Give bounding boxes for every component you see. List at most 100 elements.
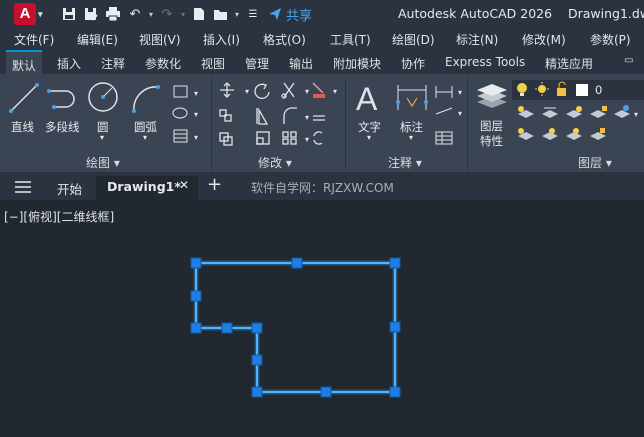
- move-icon: [220, 83, 234, 97]
- print-icon[interactable]: [102, 3, 124, 25]
- close-tab-icon[interactable]: ✕: [179, 178, 189, 192]
- tab-addins[interactable]: 附加模块: [333, 55, 381, 72]
- title-bar: A ▾ ↶ ▾ ↷ ▾ ▾ ☰ 共享 Autodesk AutoCAD 2026 …: [0, 0, 644, 28]
- new-tab-icon[interactable]: +: [207, 174, 222, 195]
- redo-dropdown-icon[interactable]: ▾: [178, 3, 188, 25]
- menu-tools[interactable]: 工具(T): [330, 31, 371, 48]
- polyline-icon[interactable]: [46, 82, 80, 114]
- tab-insert[interactable]: 插入: [57, 55, 81, 72]
- layers-panel-title[interactable]: 图层 ▾: [578, 154, 612, 171]
- svg-text:▾: ▾: [305, 135, 309, 144]
- svg-text:▾: ▾: [458, 88, 462, 97]
- open-folder-icon[interactable]: [210, 3, 232, 25]
- svg-text:▾: ▾: [305, 87, 309, 96]
- customize-qat-icon[interactable]: ☰: [242, 3, 264, 25]
- tab-collaborate[interactable]: 协作: [401, 55, 425, 72]
- svg-text:▾: ▾: [458, 109, 462, 118]
- undo-icon[interactable]: ↶: [124, 3, 146, 25]
- menu-insert[interactable]: 插入(I): [203, 31, 240, 48]
- undo-dropdown-icon[interactable]: ▾: [146, 3, 156, 25]
- ribbon-options-icon[interactable]: ▭: [624, 55, 633, 66]
- offset-icon: [313, 115, 325, 121]
- draw-panel-title[interactable]: 绘图 ▾: [86, 154, 120, 171]
- grip-midpoint[interactable]: [221, 322, 233, 334]
- window-title: Autodesk AutoCAD 2026 Drawing1.dwg: [398, 6, 644, 21]
- drawing-tab-label[interactable]: Drawing1*: [107, 179, 181, 194]
- layer-properties-label[interactable]: 图层 特性: [480, 119, 503, 149]
- ellipse-icon: [172, 107, 188, 119]
- text-icon[interactable]: A: [356, 80, 384, 116]
- draw-small-tools[interactable]: ▾ ▾ ▾: [172, 84, 210, 148]
- svg-text:▾: ▾: [194, 110, 198, 119]
- menu-view[interactable]: 视图(V): [139, 31, 181, 48]
- circle-dropdown-icon[interactable]: ▾: [100, 133, 104, 142]
- current-layer-value: 0: [595, 83, 603, 97]
- grip-midpoint[interactable]: [190, 290, 202, 302]
- svg-text:▾: ▾: [634, 110, 638, 119]
- tab-manage[interactable]: 管理: [245, 55, 269, 72]
- line-label[interactable]: 直线: [11, 119, 34, 135]
- grip-vertex[interactable]: [389, 386, 401, 398]
- grip-vertex[interactable]: [251, 322, 263, 334]
- menu-bar: 文件(F) 编辑(E) 视图(V) 插入(I) 格式(O) 工具(T) 绘图(D…: [0, 28, 644, 50]
- autocad-logo[interactable]: A ▾: [14, 3, 43, 25]
- leader-icon: [435, 107, 453, 115]
- mirror-icon: [256, 107, 269, 125]
- layer-properties-icon[interactable]: [474, 78, 510, 114]
- tab-featured-apps[interactable]: 精选应用: [545, 55, 593, 72]
- tab-annotate[interactable]: 注释: [101, 55, 125, 72]
- polyline-label[interactable]: 多段线: [45, 119, 80, 135]
- layer-dropdown[interactable]: 0: [512, 80, 644, 100]
- arc-icon[interactable]: [130, 82, 164, 114]
- annotation-panel-title[interactable]: 注释 ▾: [388, 154, 422, 171]
- text-dropdown-icon[interactable]: ▾: [367, 133, 371, 142]
- rectangle-icon: [173, 85, 188, 98]
- tab-home[interactable]: 默认: [6, 50, 43, 74]
- line-icon[interactable]: [8, 82, 40, 114]
- menu-dimension[interactable]: 标注(N): [456, 31, 498, 48]
- menu-modify[interactable]: 修改(M): [522, 31, 566, 48]
- menu-format[interactable]: 格式(O): [263, 31, 306, 48]
- layer-small-tools[interactable]: ▾: [516, 104, 644, 152]
- table-icon: [435, 131, 453, 145]
- grip-midpoint[interactable]: [291, 257, 303, 269]
- tab-express-tools[interactable]: Express Tools: [445, 55, 525, 69]
- drawing-canvas[interactable]: [0, 200, 644, 437]
- grip-vertex[interactable]: [251, 386, 263, 398]
- svg-text:▾: ▾: [305, 113, 309, 122]
- svg-text:▾: ▾: [194, 89, 198, 98]
- dimension-dropdown-icon[interactable]: ▾: [409, 133, 413, 142]
- new-file-icon[interactable]: [188, 3, 210, 25]
- hatch-icon: [173, 129, 188, 143]
- dimension-icon[interactable]: [395, 82, 429, 114]
- open-dropdown-icon[interactable]: ▾: [232, 3, 242, 25]
- menu-draw[interactable]: 绘图(D): [392, 31, 435, 48]
- redo-icon[interactable]: ↷: [156, 3, 178, 25]
- modify-tools[interactable]: ▾ ▾ ▾ ▾ ▾: [217, 80, 345, 150]
- grip-vertex[interactable]: [389, 257, 401, 269]
- grip-vertex[interactable]: [190, 322, 202, 334]
- menu-edit[interactable]: 编辑(E): [77, 31, 118, 48]
- menu-file[interactable]: 文件(F): [14, 31, 54, 48]
- panel-divider: [211, 78, 212, 170]
- grip-midpoint[interactable]: [320, 386, 332, 398]
- circle-icon[interactable]: [86, 80, 120, 114]
- share-icon: [269, 8, 281, 20]
- app-menu-dropdown-icon[interactable]: ▾: [38, 3, 43, 25]
- save-as-icon[interactable]: [80, 3, 102, 25]
- grip-midpoint[interactable]: [251, 354, 263, 366]
- tab-view[interactable]: 视图: [201, 55, 225, 72]
- modify-panel-title[interactable]: 修改 ▾: [258, 154, 292, 171]
- tab-parametric[interactable]: 参数化: [145, 55, 181, 72]
- hamburger-menu-icon[interactable]: [14, 180, 32, 194]
- start-tab[interactable]: 开始: [57, 179, 82, 198]
- annotation-small-tools[interactable]: ▾▾: [434, 82, 466, 148]
- grip-midpoint[interactable]: [389, 321, 401, 333]
- share-button[interactable]: 共享: [268, 4, 312, 24]
- svg-text:▾: ▾: [333, 87, 337, 96]
- grip-vertex[interactable]: [190, 257, 202, 269]
- menu-parameters[interactable]: 参数(P): [590, 31, 631, 48]
- save-icon[interactable]: [58, 3, 80, 25]
- tab-output[interactable]: 输出: [289, 55, 313, 72]
- arc-dropdown-icon[interactable]: ▾: [143, 133, 147, 142]
